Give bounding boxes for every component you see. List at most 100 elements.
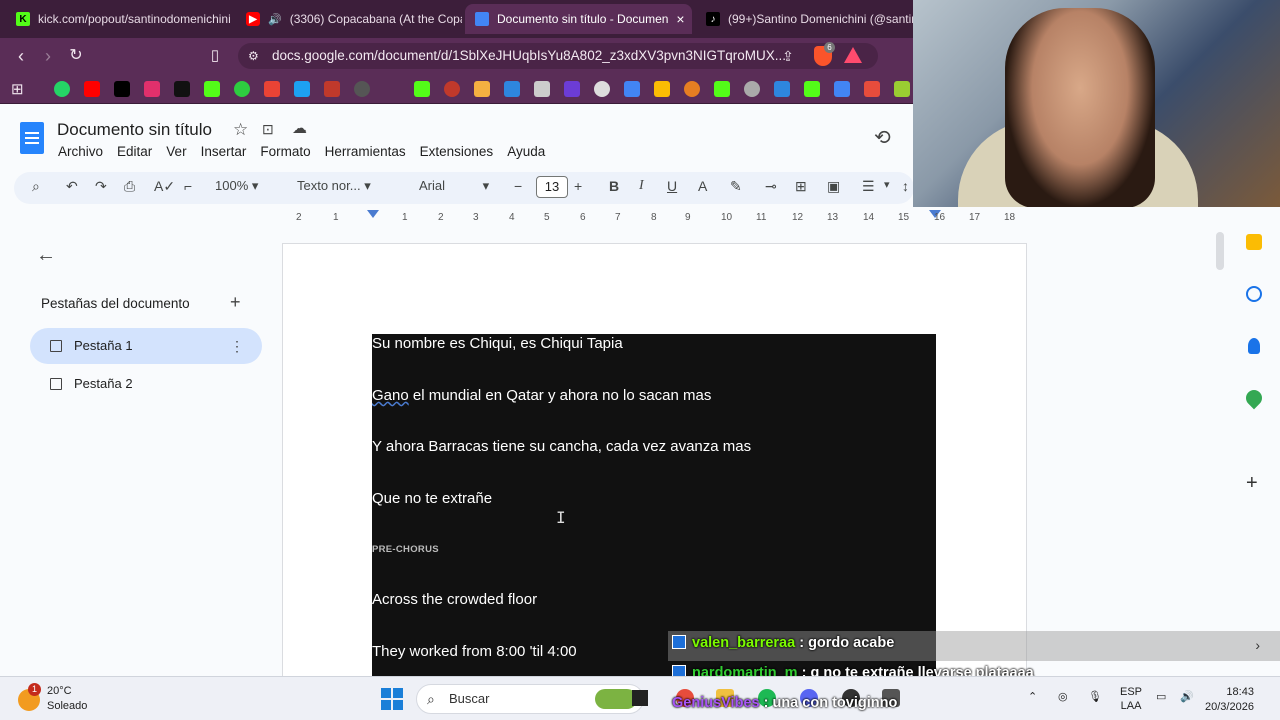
doc-line[interactable]: They worked from 8:00 'til 4:00	[372, 643, 577, 660]
google-docs-logo-icon[interactable]	[20, 122, 44, 154]
close-tab-icon[interactable]: ×	[676, 11, 684, 27]
windows-start-icon[interactable]	[381, 688, 403, 710]
undo-icon[interactable]: ↶	[66, 178, 78, 195]
version-history-icon[interactable]: ⟲	[874, 125, 891, 150]
add-addon-icon[interactable]: +	[1246, 472, 1258, 495]
vertical-scrollbar[interactable]	[1216, 232, 1224, 270]
share-icon[interactable]: ⇪	[778, 46, 798, 66]
more-options-icon[interactable]: ⋮	[230, 328, 244, 364]
doc-line[interactable]: Gano el mundial en Qatar y ahora no lo s…	[372, 387, 711, 404]
font-size-input[interactable]: 13	[536, 176, 568, 198]
docs-bookmark-2-icon[interactable]	[834, 81, 850, 97]
bold-icon[interactable]: B	[609, 178, 619, 194]
menu-ver[interactable]: Ver	[166, 144, 186, 159]
doc-line[interactable]: Across the crowded floor	[372, 591, 537, 608]
monitor-icon[interactable]: ▭	[1156, 690, 1166, 703]
redo-icon[interactable]: ↷	[95, 178, 107, 195]
browser-tab-youtube[interactable]: ▶ 🔊 (3306) Copacabana (At the Copa)	[236, 4, 462, 34]
green-site-icon[interactable]	[234, 81, 250, 97]
reload-icon[interactable]: ↻	[66, 46, 86, 66]
doc-line[interactable]: Y ahora Barracas tiene su cancha, cada v…	[372, 438, 751, 455]
orange-site-icon[interactable]	[474, 81, 490, 97]
browser-tab-docs[interactable]: Documento sin título - Documen ×	[465, 4, 692, 34]
weather-widget[interactable]: 20°C Soleado	[47, 684, 87, 714]
align-icon[interactable]: ☰	[862, 178, 875, 195]
back-icon[interactable]: ‹	[11, 46, 31, 66]
paypal-icon[interactable]	[774, 81, 790, 97]
microphone-icon[interactable]: 🎙	[1088, 690, 1102, 703]
browser-tab-kick[interactable]: K kick.com/popout/santinodomenichini	[6, 4, 234, 34]
doc-tab-1[interactable]: Pestaña 1 ⋮	[30, 328, 262, 364]
bookmark-icon[interactable]: ▯	[205, 46, 225, 66]
menu-ayuda[interactable]: Ayuda	[507, 144, 545, 159]
kick-bookmark-2-icon[interactable]	[414, 81, 430, 97]
docs-bookmark-icon[interactable]	[624, 81, 640, 97]
doc-line[interactable]: Que no te extrañe	[372, 490, 492, 507]
task-view-icon[interactable]	[632, 690, 648, 706]
spellcheck-word[interactable]: Gano	[372, 387, 409, 404]
gear-site-icon[interactable]	[534, 81, 550, 97]
site-info-icon[interactable]: ⚙	[248, 43, 259, 69]
tiktok-bookmark-icon[interactable]	[114, 81, 130, 97]
highlight-icon[interactable]: ✎	[730, 178, 742, 195]
chevron-right-icon[interactable]: ›	[1255, 637, 1260, 653]
menu-herramientas[interactable]: Herramientas	[325, 144, 406, 159]
insert-image-icon[interactable]: ▣	[827, 178, 840, 195]
whatsapp-icon[interactable]	[54, 81, 70, 97]
horizontal-ruler[interactable]: 2 1 1 2 3 4 5 6 7 8 9 10 11 12 13 14 15 …	[282, 210, 1027, 228]
paragraph-style-select[interactable]: Texto nor... ▾	[297, 178, 371, 194]
zoom-select[interactable]: 100% ▾	[215, 178, 258, 194]
chart-icon[interactable]	[324, 81, 340, 97]
paint-format-icon[interactable]: ⌐	[184, 178, 192, 194]
font-family-select[interactable]: Arial ▾	[419, 178, 489, 194]
insert-link-icon[interactable]: ⊸	[765, 178, 777, 195]
kick-bookmark-icon[interactable]	[204, 81, 220, 97]
underline-icon[interactable]: U	[667, 178, 677, 194]
blue-square-icon[interactable]	[504, 81, 520, 97]
apps-grid-icon[interactable]: ⊞	[11, 80, 24, 98]
doc-line[interactable]: Su nombre es Chiqui, es Chiqui Tapia	[372, 335, 623, 352]
align-dropdown-icon[interactable]: ▾	[884, 178, 890, 191]
chatgpt-icon[interactable]	[594, 81, 610, 97]
taskbar-search[interactable]: ⌕ Buscar	[416, 684, 644, 714]
section-label[interactable]: PRE-CHORUS	[372, 544, 439, 555]
orange-dot-icon[interactable]	[684, 81, 700, 97]
taskbar-clock[interactable]: 18:43 20/3/2026	[1205, 685, 1254, 715]
drive-icon[interactable]	[654, 81, 670, 97]
browser-tab-tiktok[interactable]: ♪ (99+)Santino Domenichini (@santinc	[696, 4, 913, 34]
star-icon[interactable]: ☆	[233, 120, 248, 140]
brave-rewards-icon[interactable]	[844, 47, 862, 63]
blue-tool-icon[interactable]	[294, 81, 310, 97]
twitch-icon[interactable]	[564, 81, 580, 97]
menu-insertar[interactable]: Insertar	[201, 144, 247, 159]
menu-archivo[interactable]: Archivo	[58, 144, 103, 159]
forward-icon[interactable]: ›	[38, 46, 58, 66]
text-color-icon[interactable]: A	[698, 178, 707, 194]
language-indicator[interactable]: ESP LAA	[1120, 685, 1142, 713]
contacts-icon[interactable]	[1248, 338, 1260, 354]
left-indent-marker[interactable]	[367, 210, 379, 218]
print-icon[interactable]: ⎙	[124, 178, 135, 195]
tasks-icon[interactable]	[1246, 286, 1262, 302]
back-arrow-icon[interactable]: ←	[36, 244, 56, 267]
download-icon[interactable]	[864, 81, 880, 97]
instagram-icon[interactable]	[144, 81, 160, 97]
decrease-font-size-icon[interactable]: −	[514, 178, 522, 194]
doc-tab-2[interactable]: Pestaña 2	[30, 366, 262, 402]
move-folder-icon[interactable]: ⊡	[262, 121, 274, 138]
red-circle-icon[interactable]	[444, 81, 460, 97]
document-title[interactable]: Documento sin título	[57, 120, 212, 140]
gray-circle-icon[interactable]	[744, 81, 760, 97]
d-site-icon[interactable]	[714, 81, 730, 97]
green-arrow-icon[interactable]	[894, 81, 910, 97]
network-tray-icon[interactable]: ◎	[1058, 690, 1068, 703]
tray-chevron-up-icon[interactable]: ⌃	[1028, 690, 1037, 703]
kick-bookmark-3-icon[interactable]	[804, 81, 820, 97]
line-spacing-icon[interactable]: ↕	[902, 178, 909, 194]
menu-editar[interactable]: Editar	[117, 144, 152, 159]
menu-formato[interactable]: Formato	[260, 144, 310, 159]
brave-shield-icon[interactable]: 6	[814, 42, 835, 66]
volume-icon[interactable]: 🔊	[1180, 690, 1194, 703]
keep-icon[interactable]	[1246, 234, 1262, 250]
x-icon[interactable]	[174, 81, 190, 97]
